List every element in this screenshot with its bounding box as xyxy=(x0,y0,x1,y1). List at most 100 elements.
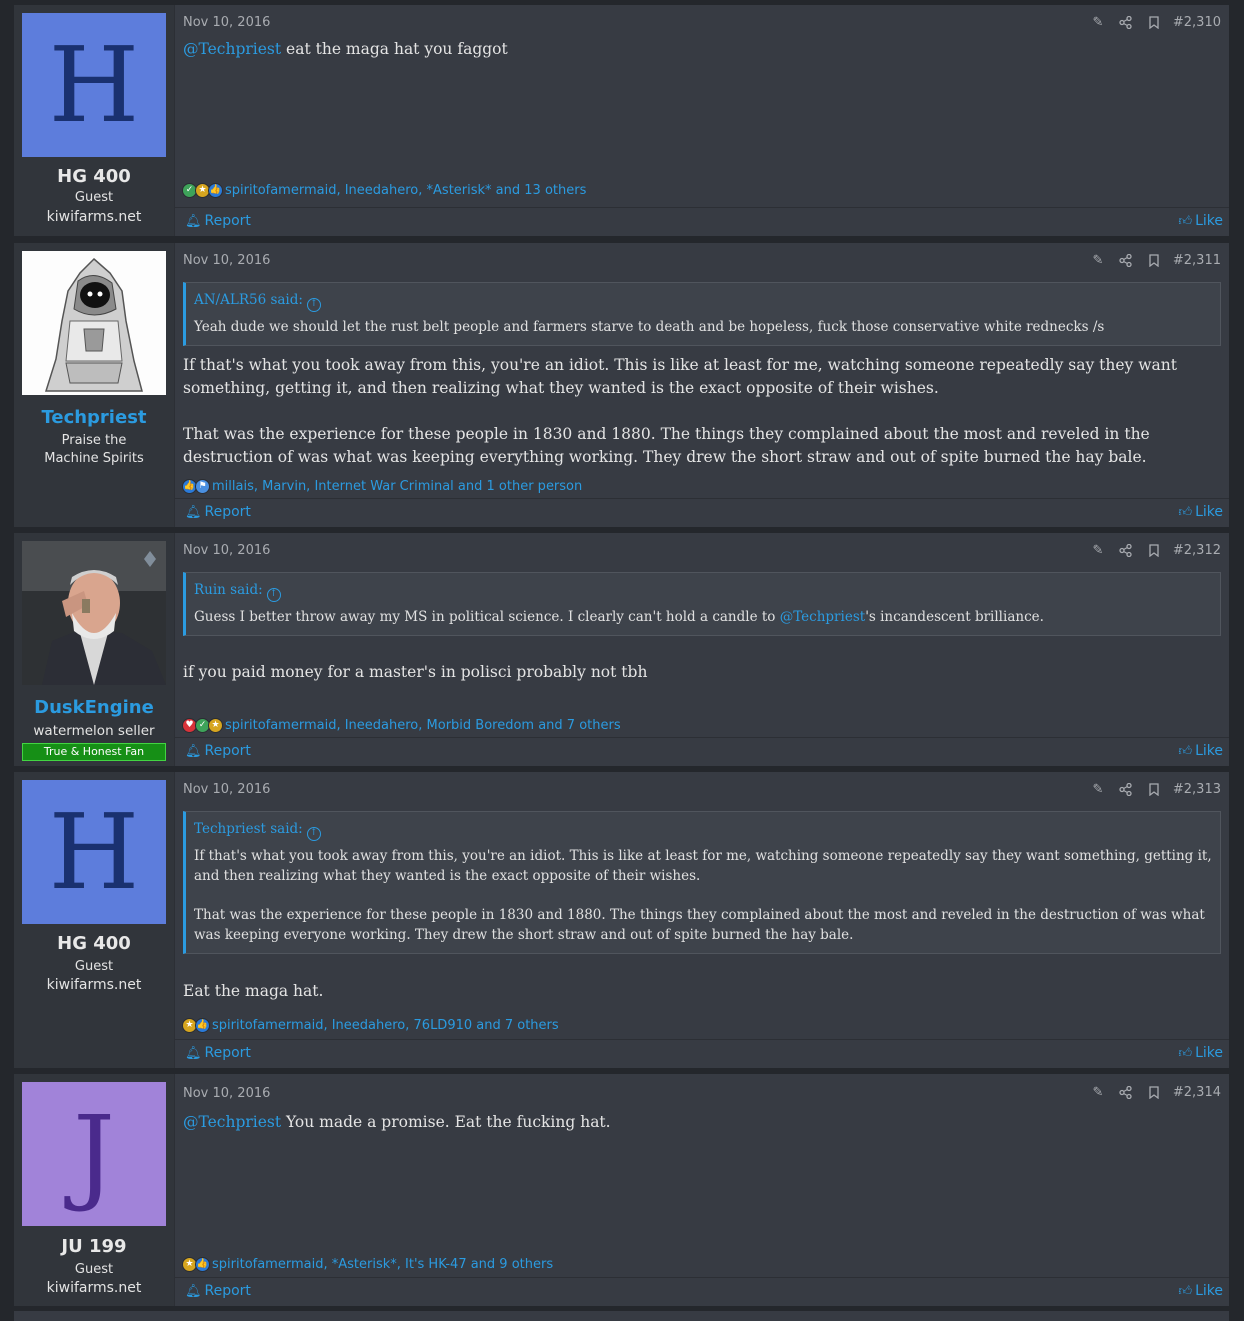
user-mention[interactable]: @Techpriest xyxy=(780,609,865,625)
avatar[interactable]: H xyxy=(22,13,166,157)
flag-icon: ⚑ xyxy=(195,478,210,494)
user-extra: kiwifarms.net xyxy=(46,1280,142,1296)
quote-author[interactable]: Ruin said: ↑ xyxy=(186,573,1220,603)
arrow-up-icon[interactable]: ↑ xyxy=(306,298,321,312)
bookmark-icon[interactable] xyxy=(1145,1084,1163,1100)
pencil-icon[interactable]: ✎ xyxy=(1089,14,1107,30)
report-label: Report xyxy=(204,504,251,520)
quote-block: AN/ALR56 said: ↑ Yeah dude we should let … xyxy=(183,282,1221,346)
quote-text: Yeah dude we should let the rust belt pe… xyxy=(194,319,1105,335)
report-button[interactable]: 🔔︎ Report xyxy=(185,1045,251,1061)
thumbs-up-icon: 👍︎ xyxy=(1178,744,1193,759)
pencil-icon[interactable]: ✎ xyxy=(1089,781,1107,797)
share-icon[interactable] xyxy=(1117,1084,1135,1100)
avatar[interactable]: J xyxy=(22,1082,166,1226)
like-button[interactable]: 👍︎ Like xyxy=(1178,1283,1223,1299)
bookmark-icon[interactable] xyxy=(1145,542,1163,558)
bookmark-icon[interactable] xyxy=(1145,14,1163,30)
reactions-bar[interactable]: ✓ ★ 👍 spiritofamermaid, Ineedahero, *Ast… xyxy=(182,181,586,199)
post: Techpriest Praise the Machine Spirits No… xyxy=(14,243,1229,527)
bell-icon: 🔔︎ xyxy=(185,744,202,759)
post-text: eat the maga hat you faggot xyxy=(281,40,508,58)
username[interactable]: Techpriest xyxy=(14,407,174,428)
user-mention[interactable]: @Techpriest xyxy=(183,1113,281,1131)
thumbs-up-icon: 👍 xyxy=(195,1256,210,1272)
share-icon[interactable] xyxy=(1117,781,1135,797)
post-footer: 🔔︎ Report 👍︎ Like xyxy=(175,1277,1229,1306)
quote-author[interactable]: AN/ALR56 said: ↑ xyxy=(186,283,1220,313)
reactions-list[interactable]: spiritofamermaid, Ineedahero, Morbid Bor… xyxy=(225,718,621,733)
post-number[interactable]: #2,313 xyxy=(1173,782,1221,797)
arrow-up-icon[interactable]: ↑ xyxy=(266,588,281,602)
reactions-bar[interactable]: ♥ ✓ ★ spiritofamermaid, Ineedahero, Morb… xyxy=(182,716,621,734)
report-button[interactable]: 🔔︎ Report xyxy=(185,1283,251,1299)
user-title: Guest xyxy=(74,190,114,205)
like-button[interactable]: 👍︎ Like xyxy=(1178,213,1223,229)
share-icon[interactable] xyxy=(1117,542,1135,558)
bell-icon: 🔔︎ xyxy=(185,214,202,229)
post-tools: ✎ #2,314 xyxy=(1089,1084,1221,1100)
avatar-letter: H xyxy=(48,791,140,913)
pencil-icon[interactable]: ✎ xyxy=(1089,542,1107,558)
avatar[interactable] xyxy=(22,541,166,685)
post-body: Ruin said: ↑ Guess I better throw away my… xyxy=(183,572,1221,684)
quote-author-label: Techpriest said: xyxy=(194,821,303,837)
post-date[interactable]: Nov 10, 2016 xyxy=(183,782,270,797)
like-button[interactable]: 👍︎ Like xyxy=(1178,1045,1223,1061)
post-text: Eat the maga hat. xyxy=(183,982,324,1000)
bookmark-icon[interactable] xyxy=(1145,781,1163,797)
post-number[interactable]: #2,314 xyxy=(1173,1085,1221,1100)
reactions-bar[interactable]: 👍 ⚑ millais, Marvin, Internet War Crimin… xyxy=(182,477,582,495)
reactions-list[interactable]: spiritofamermaid, Ineedahero, *Asterisk*… xyxy=(225,183,586,198)
user-panel: J JU 199 Guest kiwifarms.net xyxy=(14,1074,174,1306)
post-date[interactable]: Nov 10, 2016 xyxy=(183,1086,270,1101)
report-button[interactable]: 🔔︎ Report xyxy=(185,504,251,520)
quote-author[interactable]: Techpriest said: ↑ xyxy=(186,812,1220,842)
post-date[interactable]: Nov 10, 2016 xyxy=(183,543,270,558)
arrow-up-icon[interactable]: ↑ xyxy=(306,827,321,841)
next-post-edge xyxy=(14,1311,1229,1321)
share-icon[interactable] xyxy=(1117,252,1135,268)
report-label: Report xyxy=(204,1045,251,1061)
post-main: Nov 10, 2016 ✎ #2,310 @Techpriest eat th… xyxy=(174,5,1229,236)
user-extra: kiwifarms.net xyxy=(46,977,142,993)
user-title: Guest xyxy=(74,1262,114,1277)
avatar[interactable] xyxy=(22,251,166,395)
username[interactable]: JU 199 xyxy=(14,1236,174,1257)
like-button[interactable]: 👍︎ Like xyxy=(1178,504,1223,520)
bell-icon: 🔔︎ xyxy=(185,1046,202,1061)
post-tools: ✎ #2,312 xyxy=(1089,542,1221,558)
like-label: Like xyxy=(1195,213,1223,229)
quote-text: Guess I better throw away my MS in polit… xyxy=(186,603,1220,635)
post-number[interactable]: #2,310 xyxy=(1173,15,1221,30)
post-number[interactable]: #2,311 xyxy=(1173,253,1221,268)
username[interactable]: DuskEngine xyxy=(14,697,174,718)
user-panel: H HG 400 Guest kiwifarms.net xyxy=(14,772,174,1068)
quote-block: Ruin said: ↑ Guess I better throw away my… xyxy=(183,572,1221,636)
quote-author-label: AN/ALR56 said: xyxy=(194,292,303,308)
user-mention[interactable]: @Techpriest xyxy=(183,40,281,58)
username[interactable]: HG 400 xyxy=(14,933,174,954)
reactions-list[interactable]: millais, Marvin, Internet War Criminal a… xyxy=(212,479,582,494)
pencil-icon[interactable]: ✎ xyxy=(1089,252,1107,268)
share-icon[interactable] xyxy=(1117,14,1135,30)
user-panel: H HG 400 Guest kiwifarms.net xyxy=(14,5,174,236)
report-button[interactable]: 🔔︎ Report xyxy=(185,213,251,229)
bookmark-icon[interactable] xyxy=(1145,252,1163,268)
report-button[interactable]: 🔔︎ Report xyxy=(185,743,251,759)
username[interactable]: HG 400 xyxy=(14,166,174,187)
thumbs-up-icon: 👍︎ xyxy=(1178,505,1193,520)
post: H HG 400 Guest kiwifarms.net Nov 10, 201… xyxy=(14,772,1229,1068)
avatar[interactable]: H xyxy=(22,780,166,924)
post-tools: ✎ #2,311 xyxy=(1089,252,1221,268)
post-date[interactable]: Nov 10, 2016 xyxy=(183,15,270,30)
reactions-bar[interactable]: ★ 👍 spiritofamermaid, Ineedahero, 76LD91… xyxy=(182,1016,559,1034)
reactions-bar[interactable]: ★ 👍 spiritofamermaid, *Asterisk*, It's H… xyxy=(182,1255,553,1273)
pencil-icon[interactable]: ✎ xyxy=(1089,1084,1107,1100)
reactions-list[interactable]: spiritofamermaid, *Asterisk*, It's HK-47… xyxy=(212,1257,553,1272)
post-text: If that's what you took away from this, … xyxy=(183,356,1177,397)
reactions-list[interactable]: spiritofamermaid, Ineedahero, 76LD910 an… xyxy=(212,1018,559,1033)
post-date[interactable]: Nov 10, 2016 xyxy=(183,253,270,268)
like-button[interactable]: 👍︎ Like xyxy=(1178,743,1223,759)
post-number[interactable]: #2,312 xyxy=(1173,543,1221,558)
